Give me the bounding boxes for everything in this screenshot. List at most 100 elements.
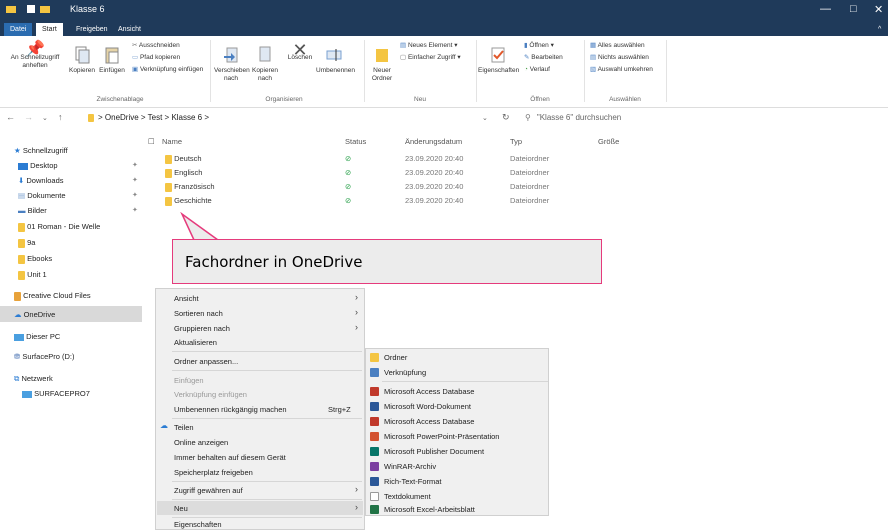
menu-item-paste-shortcut[interactable]: Verknüpfung einfügen (174, 390, 247, 399)
menu-hover-highlight (157, 501, 363, 515)
table-row[interactable]: Französisch (165, 182, 215, 192)
table-row[interactable]: Geschichte (165, 196, 212, 206)
column-header-date[interactable]: Änderungsdatum (405, 137, 462, 146)
column-header-type[interactable]: Typ (510, 137, 522, 146)
cut-button[interactable]: ✂ Ausschneiden (132, 42, 180, 50)
sidebar-item-network[interactable]: ⧉ Netzwerk (14, 374, 53, 384)
new-folder-button[interactable]: Neuer Ordner (368, 46, 396, 83)
column-header-size[interactable]: Größe (598, 137, 619, 146)
edit-button[interactable]: ✎ Bearbeiten (524, 54, 563, 62)
column-header-status[interactable]: Status (345, 137, 366, 146)
breadcrumb[interactable]: > OneDrive > Test > Klasse 6 > (88, 111, 478, 125)
menu-item-view[interactable]: Ansicht (174, 294, 199, 303)
paste-button[interactable]: Einfügen (98, 46, 126, 75)
sidebar-item-folder[interactable]: Ebooks (18, 254, 52, 264)
pin-icon[interactable]: ✦ (132, 176, 138, 184)
submenu-item-rtf[interactable]: Rich-Text-Format (384, 477, 442, 486)
address-dropdown-icon[interactable]: ⌄ (482, 114, 488, 122)
creative-cloud-icon (14, 291, 21, 301)
sidebar-item-folder[interactable]: Unit 1 (18, 270, 47, 280)
menu-item-group[interactable]: Gruppieren nach (174, 324, 230, 333)
new-item-button[interactable]: ▤ Neues Element ▾ (400, 42, 457, 50)
menu-item-properties[interactable]: Eigenschaften (174, 520, 222, 529)
select-all-icon: ▦ (590, 42, 598, 49)
properties-button[interactable]: Eigenschaften (478, 46, 519, 75)
sidebar-item-downloads[interactable]: ⬇ Downloads (18, 176, 64, 185)
delete-button[interactable]: ✕ Löschen (286, 41, 314, 62)
pin-icon[interactable]: ✦ (132, 161, 138, 169)
menu-item-customize[interactable]: Ordner anpassen... (174, 357, 238, 366)
refresh-icon[interactable]: ↻ (502, 112, 510, 123)
submenu-item-word[interactable]: Microsoft Word-Dokument (384, 402, 471, 411)
sidebar-item-desktop[interactable]: Desktop (18, 161, 58, 170)
sidebar-item-drive[interactable]: ⛃ SurfacePro (D:) (14, 352, 75, 361)
ribbon: 📌 An Schnellzugriff anheften Kopieren Ei… (0, 36, 888, 108)
folder-icon (165, 182, 172, 192)
menu-item-paste[interactable]: Einfügen (174, 376, 204, 385)
tab-start[interactable]: Start (36, 23, 63, 36)
submenu-item-text[interactable]: Textdokument (384, 492, 431, 501)
search-input[interactable]: ⚲ "Klasse 6" durchsuchen (525, 111, 885, 125)
menu-item-new[interactable]: Neu (174, 504, 188, 513)
history-button[interactable]: ◔ Verlauf (524, 66, 550, 74)
submenu-item-winrar[interactable]: WinRAR-Archiv (384, 462, 436, 471)
submenu-item-folder[interactable]: Ordner (384, 353, 407, 362)
menu-item-sort[interactable]: Sortieren nach (174, 309, 223, 318)
select-none-button[interactable]: ▤ Nichts auswählen (590, 54, 649, 62)
sidebar-item-documents[interactable]: ▤ Dokumente (18, 191, 66, 200)
tab-datei[interactable]: Datei (4, 23, 33, 36)
sidebar-item-folder[interactable]: 01 Roman - Die Welle (18, 222, 100, 232)
pin-quick-access-button[interactable]: 📌 An Schnellzugriff anheften (4, 42, 66, 70)
tab-ansicht[interactable]: Ansicht (112, 23, 147, 36)
copy-to-button[interactable]: Kopieren nach (250, 46, 280, 83)
table-row[interactable]: Englisch (165, 168, 202, 178)
menu-item-undo-rename[interactable]: Umbenennen rückgängig machen (174, 405, 287, 414)
menu-item-give-access[interactable]: Zugriff gewähren auf (174, 486, 243, 495)
submenu-item-publisher[interactable]: Microsoft Publisher Document (384, 447, 484, 456)
maximize-button[interactable]: □ (850, 3, 857, 15)
tab-freigeben[interactable]: Freigeben (70, 23, 114, 36)
submenu-item-access[interactable]: Microsoft Access Database (384, 417, 474, 426)
menu-item-keep-on-device[interactable]: Immer behalten auf diesem Gerät (174, 453, 286, 462)
minimize-button[interactable]: — (820, 3, 831, 15)
submenu-item-powerpoint[interactable]: Microsoft PowerPoint-Präsentation (384, 432, 499, 441)
pin-icon[interactable]: ✦ (132, 206, 138, 214)
new-folder-quick-icon[interactable] (40, 4, 52, 16)
easy-access-button[interactable]: ▢ Einfacher Zugriff ▾ (400, 54, 461, 62)
sidebar-item-quick-access[interactable]: ★ Schnellzugriff (14, 146, 68, 155)
copy-path-button[interactable]: ▭ Pfad kopieren (132, 54, 180, 62)
sidebar-item-onedrive[interactable]: ☁ OneDrive (14, 310, 55, 319)
column-header-name[interactable]: Name (162, 137, 182, 146)
menu-item-view-online[interactable]: Online anzeigen (174, 438, 228, 447)
properties-quick-icon[interactable] (26, 4, 38, 16)
sidebar-item-folder[interactable]: 9a (18, 238, 35, 248)
sidebar-item-creative-cloud[interactable]: Creative Cloud Files (14, 291, 91, 301)
sidebar-item-pictures[interactable]: ▬ Bilder (18, 206, 47, 215)
submenu-item-shortcut[interactable]: Verknüpfung (384, 368, 426, 377)
sync-status-icon: ⊘ (345, 196, 352, 205)
up-arrow-icon[interactable]: ↑ (58, 112, 63, 122)
sidebar-item-this-pc[interactable]: Dieser PC (14, 332, 60, 341)
menu-item-share[interactable]: Teilen (174, 423, 194, 432)
close-button[interactable]: ✕ (874, 3, 883, 16)
menu-item-free-space[interactable]: Speicherplatz freigeben (174, 468, 253, 477)
paste-shortcut-button[interactable]: ▣ Verknüpfung einfügen (132, 66, 203, 74)
back-arrow-icon[interactable]: ← (6, 112, 15, 122)
submenu-item-access[interactable]: Microsoft Access Database (384, 387, 474, 396)
table-row[interactable]: Deutsch (165, 154, 202, 164)
sidebar-item-network-pc[interactable]: SURFACEPRO7 (22, 389, 90, 398)
rename-button[interactable]: Umbenennen (316, 46, 355, 75)
ribbon-collapse-button[interactable]: ^ (872, 23, 887, 36)
forward-arrow-icon[interactable]: → (24, 112, 33, 122)
row-type: Dateiordner (510, 182, 550, 191)
open-button[interactable]: ▮ Öffnen ▾ (524, 42, 554, 50)
recent-dropdown-icon[interactable]: ⌄ (42, 114, 48, 122)
submenu-item-excel[interactable]: Microsoft Excel-Arbeitsblatt (384, 505, 475, 514)
menu-item-refresh[interactable]: Aktualisieren (174, 338, 217, 347)
select-all-checkbox[interactable]: ☐ (148, 137, 155, 146)
copy-button[interactable]: Kopieren (68, 46, 96, 75)
move-to-button[interactable]: Verschieben nach (214, 46, 250, 83)
invert-selection-button[interactable]: ▧ Auswahl umkehren (590, 66, 653, 74)
select-all-button[interactable]: ▦ Alles auswählen (590, 42, 645, 50)
pin-icon[interactable]: ✦ (132, 191, 138, 199)
